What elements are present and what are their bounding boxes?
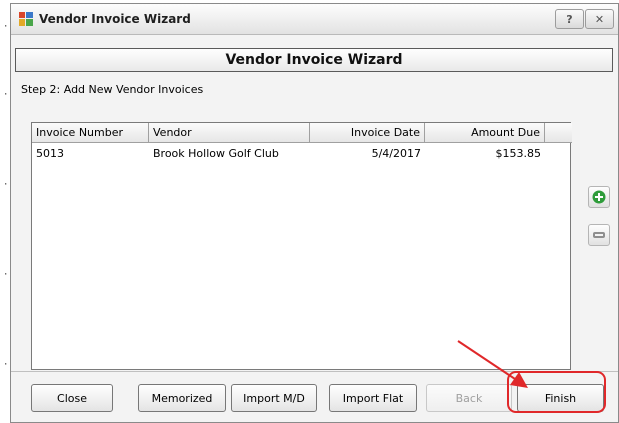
close-window-button[interactable]: ✕ bbox=[585, 9, 614, 29]
column-header-vendor[interactable]: Vendor bbox=[149, 123, 310, 143]
wizard-header: Vendor Invoice Wizard bbox=[15, 48, 613, 72]
memorized-button[interactable]: Memorized bbox=[138, 384, 226, 412]
background-text: · bbox=[3, 90, 9, 100]
background-text: · bbox=[3, 360, 9, 370]
finish-highlight-annotation bbox=[507, 371, 606, 413]
close-button[interactable]: Close bbox=[31, 384, 113, 412]
background-text: · bbox=[3, 180, 9, 190]
column-header-filler bbox=[545, 123, 572, 143]
column-header-invoice-date[interactable]: Invoice Date bbox=[310, 123, 425, 143]
background-text: · bbox=[3, 22, 9, 32]
column-header-invoice-number[interactable]: Invoice Number bbox=[32, 123, 149, 143]
background-text: · bbox=[3, 270, 9, 280]
help-button[interactable]: ? bbox=[555, 9, 584, 29]
cell-invoice-date: 5/4/2017 bbox=[371, 147, 421, 160]
column-header-amount-due[interactable]: Amount Due bbox=[425, 123, 545, 143]
step-label: Step 2: Add New Vendor Invoices bbox=[21, 83, 204, 96]
add-invoice-button[interactable] bbox=[588, 186, 610, 208]
close-icon: ✕ bbox=[594, 12, 605, 26]
cell-invoice-number: 5013 bbox=[36, 147, 64, 160]
window-title: Vendor Invoice Wizard bbox=[39, 12, 191, 26]
table-row[interactable]: 5013 Brook Hollow Golf Club 5/4/2017 $15… bbox=[32, 145, 545, 163]
plus-icon bbox=[592, 190, 606, 204]
cell-vendor: Brook Hollow Golf Club bbox=[153, 147, 279, 160]
app-icon bbox=[19, 12, 33, 26]
cell-amount-due: $153.85 bbox=[495, 147, 542, 160]
remove-invoice-button[interactable] bbox=[588, 224, 610, 246]
back-button[interactable]: Back bbox=[426, 384, 512, 412]
background-app-edge: · · · · · bbox=[0, 0, 10, 423]
wizard-window: Vendor Invoice Wizard ? ✕ Vendor Invoice… bbox=[10, 3, 619, 423]
invoice-table[interactable]: Invoice Number Vendor Invoice Date Amoun… bbox=[31, 122, 572, 370]
import-flat-button[interactable]: Import Flat bbox=[329, 384, 417, 412]
table-header: Invoice Number Vendor Invoice Date Amoun… bbox=[32, 123, 572, 143]
title-bar[interactable]: Vendor Invoice Wizard ? ✕ bbox=[11, 4, 618, 35]
import-md-button[interactable]: Import M/D bbox=[231, 384, 317, 412]
minus-icon bbox=[593, 232, 605, 238]
